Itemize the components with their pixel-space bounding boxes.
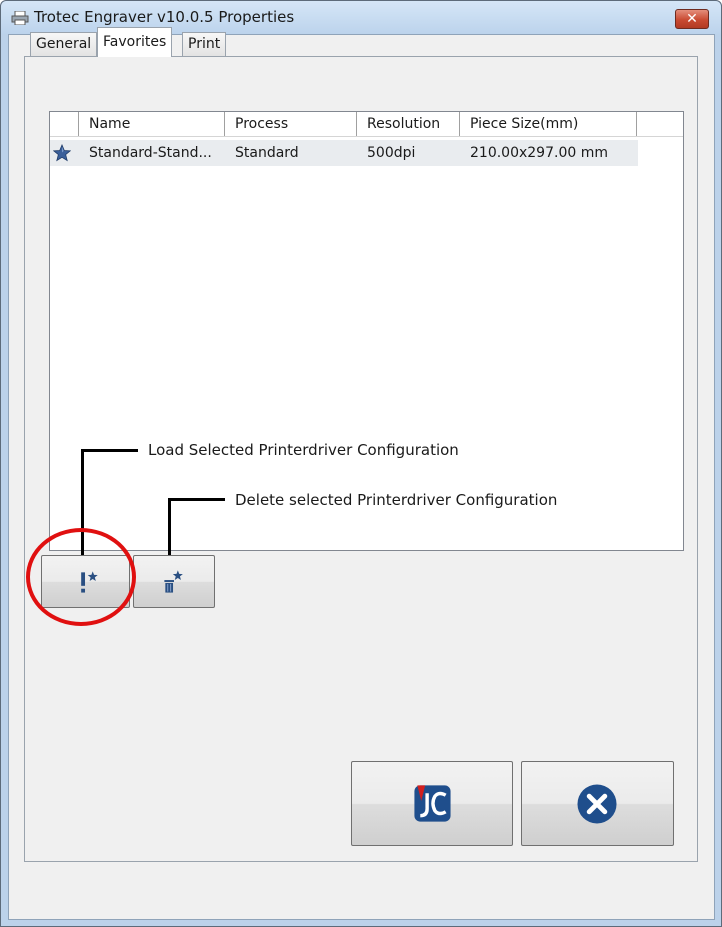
tab-favorites[interactable]: Favorites [97, 27, 173, 57]
list-item[interactable]: Standard-Stand... Standard 500dpi 210.00… [50, 140, 638, 166]
delete-favorite-button[interactable] [133, 555, 215, 608]
highlight-circle [26, 528, 136, 626]
tab-general[interactable]: General [30, 32, 98, 56]
printer-icon [11, 11, 29, 25]
cell-piece-size: 210.00x297.00 mm [470, 145, 608, 161]
delete-favorite-icon [164, 570, 183, 593]
column-header-piece-size[interactable]: Piece Size(mm) [460, 112, 637, 136]
cell-name: Standard-Stand... [89, 145, 212, 161]
tab-print[interactable]: Print [182, 32, 227, 56]
close-button[interactable]: ✕ [675, 9, 709, 29]
window-title: Trotec Engraver v10.0.5 Properties [34, 8, 295, 26]
column-header-resolution[interactable]: Resolution [357, 112, 460, 136]
favorites-list[interactable]: Name Process Resolution Piece Size(mm) S… [49, 111, 684, 551]
load-callout-line-horizontal [81, 449, 138, 452]
column-header-name[interactable]: Name [79, 112, 225, 136]
cell-process: Standard [235, 145, 299, 161]
jobcontrol-button[interactable] [351, 761, 513, 846]
delete-callout-line-vertical [168, 498, 171, 555]
cell-resolution: 500dpi [367, 145, 416, 161]
delete-callout-label: Delete selected Printerdriver Configurat… [235, 491, 558, 509]
load-callout-label: Load Selected Printerdriver Configuratio… [148, 441, 459, 459]
column-header-process[interactable]: Process [225, 112, 357, 136]
cancel-icon [577, 784, 617, 824]
jobcontrol-icon [414, 785, 451, 822]
column-header-icon[interactable] [50, 112, 79, 136]
cancel-button[interactable] [521, 761, 674, 846]
star-icon [53, 144, 71, 162]
list-header: Name Process Resolution Piece Size(mm) [50, 112, 683, 137]
delete-callout-line-horizontal [168, 498, 225, 501]
